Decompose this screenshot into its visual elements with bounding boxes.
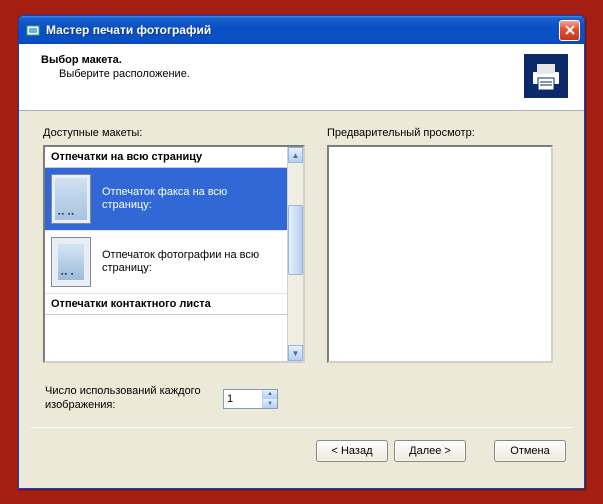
layout-thumbnail-icon: ▪▪ ▪▪ <box>51 174 91 224</box>
layouts-listbox[interactable]: Отпечатки на всю страницу ▪▪ ▪▪ Отпечато… <box>43 145 305 363</box>
close-button[interactable] <box>559 20 580 41</box>
content-area: Доступные макеты: Отпечатки на всю стран… <box>19 111 584 371</box>
layout-item-label: Отпечаток фотографии на всю страницу: <box>99 247 281 277</box>
preview-label: Предварительный просмотр: <box>327 127 553 139</box>
preview-column: Предварительный просмотр: <box>327 127 553 363</box>
scroll-up-button[interactable]: ▲ <box>288 147 303 163</box>
scroll-track[interactable] <box>288 163 303 345</box>
layouts-column: Доступные макеты: Отпечатки на всю стран… <box>43 127 305 363</box>
page-subtitle: Выберите расположение. <box>59 68 524 80</box>
layout-item-photo-fullpage[interactable]: ▪▪ ▪ Отпечаток фотографии на всю страниц… <box>45 231 287 294</box>
button-row: < Назад Далее > Отмена <box>19 428 584 476</box>
layout-group-header: Отпечатки контактного листа <box>45 294 287 315</box>
uses-label: Число использований каждого изображения: <box>45 385 207 413</box>
spinner-up-button[interactable]: ▲ <box>263 390 277 400</box>
scroll-down-button[interactable]: ▼ <box>288 345 303 361</box>
uses-row: Число использований каждого изображения:… <box>19 385 584 413</box>
wizard-header: Выбор макета. Выберите расположение. <box>19 44 584 111</box>
preview-pane <box>327 145 553 363</box>
next-button[interactable]: Далее > <box>394 440 466 462</box>
window-title: Мастер печати фотографий <box>46 23 559 37</box>
scrollbar[interactable]: ▲ ▼ <box>287 147 303 361</box>
available-layouts-label: Доступные макеты: <box>43 127 305 139</box>
layout-group-header: Отпечатки на всю страницу <box>45 147 287 168</box>
titlebar: Мастер печати фотографий <box>19 16 584 44</box>
page-title: Выбор макета. <box>41 54 524 66</box>
scroll-thumb[interactable] <box>288 205 303 275</box>
spinner-down-button[interactable]: ▼ <box>263 399 277 408</box>
uses-input[interactable] <box>224 390 262 408</box>
app-icon <box>25 22 41 38</box>
layout-item-label: Отпечаток факса на всю страницу: <box>99 184 281 214</box>
layout-thumbnail-icon: ▪▪ ▪ <box>51 237 91 287</box>
back-button[interactable]: < Назад <box>316 440 388 462</box>
wizard-window: Мастер печати фотографий Выбор макета. В… <box>18 15 585 489</box>
layout-item-fax-fullpage[interactable]: ▪▪ ▪▪ Отпечаток факса на всю страницу: <box>45 168 287 231</box>
cancel-button[interactable]: Отмена <box>494 440 566 462</box>
printer-icon <box>524 54 568 98</box>
uses-spinner[interactable]: ▲ ▼ <box>223 389 278 409</box>
